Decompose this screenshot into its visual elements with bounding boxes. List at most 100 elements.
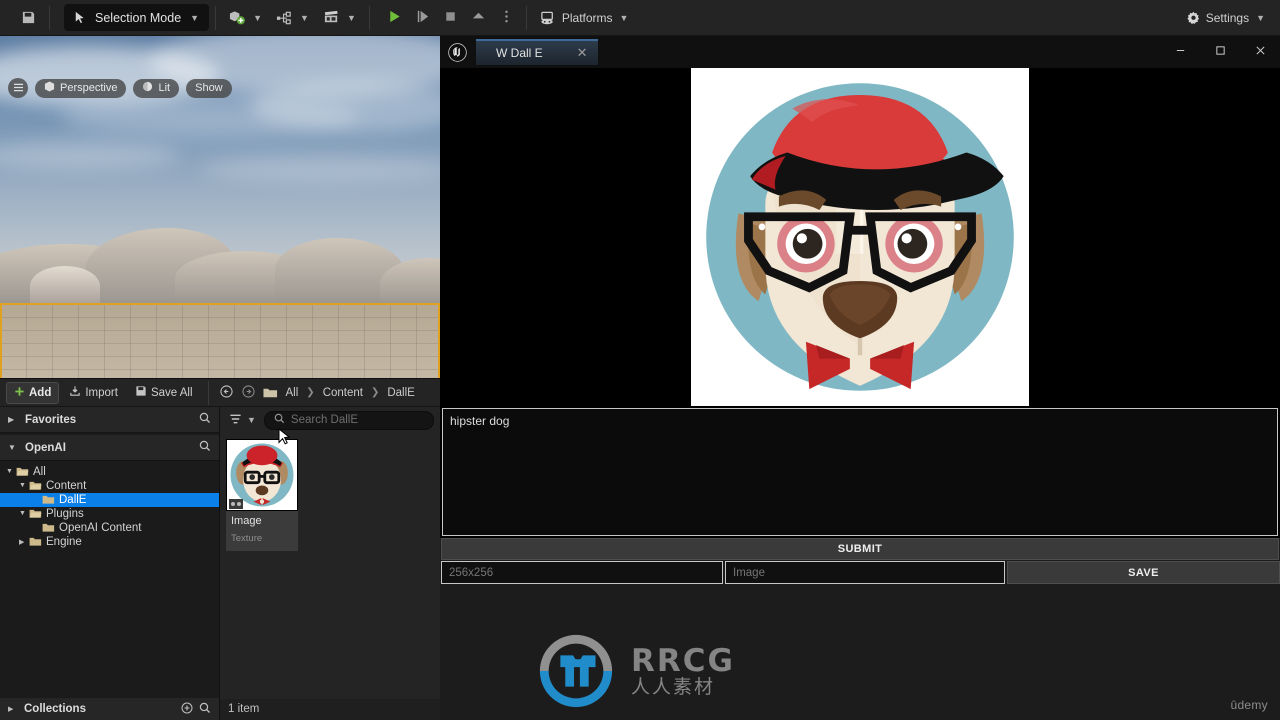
arrow-back-icon <box>219 384 233 401</box>
minimize-button[interactable] <box>1160 36 1200 68</box>
minimize-icon <box>1175 45 1186 59</box>
landscape-floor[interactable] <box>0 304 440 378</box>
generated-image[interactable] <box>691 68 1029 406</box>
image-name-input[interactable] <box>725 561 1005 584</box>
lighting-icon <box>142 81 153 95</box>
back-button[interactable] <box>217 382 236 404</box>
viewport-menu-button[interactable] <box>8 78 28 98</box>
chevron-right-icon[interactable]: ▶ <box>19 538 29 546</box>
toolbar-divider <box>207 380 209 405</box>
chevron-down-icon[interactable]: ▼ <box>19 510 29 517</box>
viewport-perspective-button[interactable]: Perspective <box>35 78 127 98</box>
import-label: Import <box>85 386 118 399</box>
arrow-forward-icon <box>241 384 255 401</box>
mode-selector[interactable]: Selection Mode ▼ <box>64 4 210 31</box>
save-button[interactable]: SAVE <box>1007 561 1280 584</box>
source-tree: ▼All▼Content▶DallE▼Plugins▶OpenAI Conten… <box>0 461 219 553</box>
toolbar-divider <box>368 5 370 30</box>
folder-icon <box>16 467 29 477</box>
tree-item-label: OpenAI Content <box>59 521 142 534</box>
chevron-down-icon: ▼ <box>300 12 309 23</box>
search-icon[interactable] <box>199 440 211 455</box>
search-input[interactable] <box>290 414 424 426</box>
save-all-button[interactable]: Save All <box>128 382 200 404</box>
stop-button[interactable] <box>438 5 464 31</box>
tree-item-label: DallE <box>59 493 87 506</box>
import-button[interactable]: Import <box>62 382 125 404</box>
chevron-down-icon: ▼ <box>8 443 16 452</box>
tree-item-label: All <box>33 465 46 478</box>
viewport-lighting-button[interactable]: Lit <box>133 78 180 98</box>
chevron-down-icon[interactable]: ▼ <box>6 468 16 475</box>
kebab-menu-icon <box>504 9 509 27</box>
add-button[interactable]: Add <box>6 381 60 404</box>
save-all-label: Save All <box>150 386 193 399</box>
hamburger-icon <box>13 81 24 95</box>
close-icon[interactable]: ✕ <box>577 45 588 61</box>
chevron-down-icon[interactable]: ▼ <box>19 482 29 489</box>
viewport-show-button[interactable]: Show <box>186 78 232 98</box>
chevron-right-icon: ▶ <box>8 706 14 713</box>
settings-button[interactable]: Settings ▼ <box>1179 5 1272 31</box>
play-options-button[interactable] <box>494 5 520 31</box>
play-icon <box>387 9 402 27</box>
eject-icon <box>471 9 486 27</box>
main-toolbar: Selection Mode ▼ ▼ ▼ ▼ Platforms ▼ Setti… <box>0 0 1280 36</box>
item-count-status: 1 item <box>228 703 260 715</box>
play-button[interactable] <box>382 5 408 31</box>
content-browser: Add Import Save All All ❯ Content ❯ Dall… <box>0 378 440 720</box>
dalle-window: W Dall E ✕ hipster dog SUBMIT 256x256 Im… <box>440 36 1280 720</box>
tree-item-engine[interactable]: ▶ Engine <box>0 535 219 549</box>
search-box[interactable] <box>263 410 434 430</box>
mountain-range <box>0 214 440 306</box>
level-viewport[interactable]: Perspective Lit Show <box>0 36 440 378</box>
breadcrumb-item-dalle[interactable]: DallE <box>384 386 417 400</box>
tree-item-openai-content[interactable]: ▶OpenAI Content <box>0 521 219 535</box>
chevron-down-icon: ▼ <box>346 12 356 23</box>
content-browser-toolbar: Add Import Save All All ❯ Content ❯ Dall… <box>0 379 440 407</box>
blueprints-button[interactable]: ▼ <box>269 5 316 31</box>
openai-header[interactable]: ▼ OpenAI <box>0 435 219 461</box>
eject-button[interactable] <box>466 5 492 31</box>
submit-label: SUBMIT <box>837 543 883 555</box>
plus-circle-icon[interactable] <box>181 702 193 717</box>
filter-button[interactable]: ▼ <box>226 411 259 430</box>
folder-icon <box>29 481 42 491</box>
submit-button[interactable]: SUBMIT <box>441 538 1279 560</box>
dalle-tab[interactable]: W Dall E ✕ <box>476 39 598 65</box>
favorites-header[interactable]: ▶ Favorites <box>0 407 219 433</box>
prompt-input[interactable] <box>442 408 1278 536</box>
play-controls <box>382 5 520 31</box>
asset-tile[interactable]: Image Texture <box>226 439 298 551</box>
asset-meta: Image Texture <box>226 511 298 551</box>
maximize-button[interactable] <box>1200 36 1240 68</box>
asset-thumbnail <box>226 439 298 511</box>
cinematics-button[interactable]: ▼ <box>316 5 363 31</box>
forward-button[interactable] <box>239 382 258 404</box>
content-browser-footer: ▶ Collections 1 item <box>0 698 440 720</box>
quick-add-button[interactable]: ▼ <box>222 5 269 31</box>
search-icon[interactable] <box>199 702 211 717</box>
platforms-button[interactable]: Platforms ▼ <box>533 5 636 31</box>
image-size-input[interactable] <box>441 561 723 584</box>
dalle-titlebar[interactable]: W Dall E ✕ <box>440 36 1280 68</box>
tree-item-dalle[interactable]: ▶DallE <box>0 493 219 507</box>
collections-header[interactable]: ▶ Collections <box>0 698 220 720</box>
settings-label: Settings <box>1205 11 1250 25</box>
tree-item-plugins[interactable]: ▼ Plugins <box>0 507 219 521</box>
cube-icon <box>44 81 55 95</box>
search-icon <box>274 413 285 427</box>
skip-button[interactable] <box>410 5 436 31</box>
search-icon[interactable] <box>199 412 211 427</box>
show-label: Show <box>195 82 223 94</box>
breadcrumb-item-all[interactable]: All <box>283 386 302 400</box>
tree-item-content[interactable]: ▼ Content <box>0 479 219 493</box>
close-button[interactable] <box>1240 36 1280 68</box>
content-browser-body: ▶ Favorites ▼ OpenAI ▼All▼Content▶DallE▼… <box>0 407 440 699</box>
chevron-right-icon: ▶ <box>8 415 15 424</box>
asset-type: Texture <box>231 533 263 544</box>
chevron-down-icon: ▼ <box>253 12 263 23</box>
tree-item-all[interactable]: ▼ All <box>0 465 219 479</box>
save-level-button[interactable] <box>14 5 43 31</box>
breadcrumb-item-content[interactable]: Content <box>320 386 366 400</box>
